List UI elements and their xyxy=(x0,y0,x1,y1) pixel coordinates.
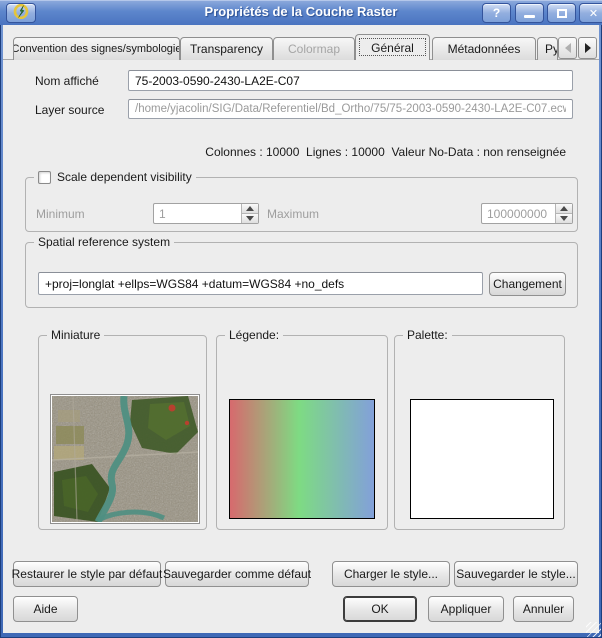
scale-visibility-title: Scale dependent visibility xyxy=(57,170,192,184)
focus-rect xyxy=(359,38,426,56)
help-window-button[interactable]: ? xyxy=(482,3,511,23)
spin-up-button xyxy=(242,204,258,213)
display-name-input[interactable] xyxy=(128,70,573,91)
palette-group: Palette: xyxy=(394,335,565,530)
tab-general[interactable]: Général xyxy=(355,34,430,60)
window-title: Propriétés de la Couche Raster xyxy=(0,4,602,19)
save-as-default-style-button[interactable]: Sauvegarder comme défaut xyxy=(165,561,309,587)
scale-visibility-header: Scale dependent visibility xyxy=(34,170,196,184)
legend-group: Légende: xyxy=(216,335,388,530)
maximum-spinbox: 100000000 xyxy=(481,203,573,224)
cancel-button[interactable]: Annuler xyxy=(513,596,574,622)
apply-button[interactable]: Appliquer xyxy=(428,596,504,622)
minimum-spinbox: 1 xyxy=(153,203,259,224)
help-button[interactable]: Aide xyxy=(13,596,78,622)
restore-default-style-button[interactable]: Restaurer le style par défaut xyxy=(13,561,161,587)
layer-source-input xyxy=(128,99,573,119)
close-icon: ✕ xyxy=(589,7,598,20)
load-style-button[interactable]: Charger le style... xyxy=(332,561,450,587)
spin-down-button xyxy=(242,213,258,223)
scale-visibility-checkbox[interactable] xyxy=(38,171,51,184)
arrow-down-icon xyxy=(560,216,568,221)
minimum-value: 1 xyxy=(154,204,241,223)
legend-title: Légende: xyxy=(225,328,283,342)
tab-label: Métadonnées xyxy=(448,42,521,56)
minimize-icon xyxy=(524,15,535,18)
tab-colormap: Colormap xyxy=(273,37,355,60)
thumbnail-title: Miniature xyxy=(47,328,104,342)
tab-metadata[interactable]: Métadonnées xyxy=(432,37,536,60)
maximize-button[interactable] xyxy=(547,3,576,23)
srs-group: Spatial reference system Changement xyxy=(25,242,578,308)
spin-down-button xyxy=(556,213,572,223)
layer-source-label: Layer source xyxy=(35,103,104,117)
chevron-left-icon xyxy=(565,43,571,53)
srs-proj-input[interactable] xyxy=(38,272,483,295)
chevron-right-icon xyxy=(585,43,591,53)
raster-properties-dialog: Propriétés de la Couche Raster ? ✕ Conve… xyxy=(0,0,602,638)
tab-label: Colormap xyxy=(288,42,340,56)
raster-thumbnail-image xyxy=(50,394,200,524)
maximum-label: Maximum xyxy=(267,207,319,221)
tab-symbology[interactable]: Convention des signes/symbologie xyxy=(13,37,180,60)
tab-label: Transparency xyxy=(190,42,263,56)
display-name-label: Nom affiché xyxy=(35,74,99,88)
legend-gradient xyxy=(229,399,375,519)
tab-scroll-left-button xyxy=(558,37,577,59)
question-icon: ? xyxy=(493,6,500,20)
tab-scroll-right-button[interactable] xyxy=(578,37,597,59)
arrow-up-icon xyxy=(246,206,254,211)
maximum-value: 100000000 xyxy=(482,204,555,223)
palette-title: Palette: xyxy=(403,328,452,342)
ok-button[interactable]: OK xyxy=(343,596,417,622)
tab-label: Pyramides xyxy=(545,42,558,56)
save-style-button[interactable]: Sauvegarder le style... xyxy=(454,561,578,587)
srs-change-button[interactable]: Changement xyxy=(489,272,566,296)
minimum-label: Minimum xyxy=(36,207,85,221)
palette-empty-box xyxy=(410,399,554,519)
minimize-button[interactable] xyxy=(515,3,544,23)
tab-pyramids[interactable]: Pyramides xyxy=(537,37,558,60)
spin-up-button xyxy=(556,204,572,213)
close-button[interactable]: ✕ xyxy=(579,3,602,23)
tab-label: Convention des signes/symbologie xyxy=(13,43,180,55)
arrow-up-icon xyxy=(560,206,568,211)
resize-grip[interactable] xyxy=(586,622,601,637)
srs-title: Spatial reference system xyxy=(34,235,174,249)
tab-transparency[interactable]: Transparency xyxy=(180,37,273,60)
raster-info-line: Colonnes : 10000 Lignes : 10000 Valeur N… xyxy=(3,145,599,159)
arrow-down-icon xyxy=(246,216,254,221)
maximize-icon xyxy=(557,9,567,18)
titlebar[interactable]: Propriétés de la Couche Raster ? ✕ xyxy=(0,0,602,25)
scale-visibility-group: Scale dependent visibility Minimum 1 Max… xyxy=(25,177,578,232)
thumbnail-group: Miniature xyxy=(38,335,207,530)
dialog-content: Convention des signes/symbologie Transpa… xyxy=(3,25,599,633)
